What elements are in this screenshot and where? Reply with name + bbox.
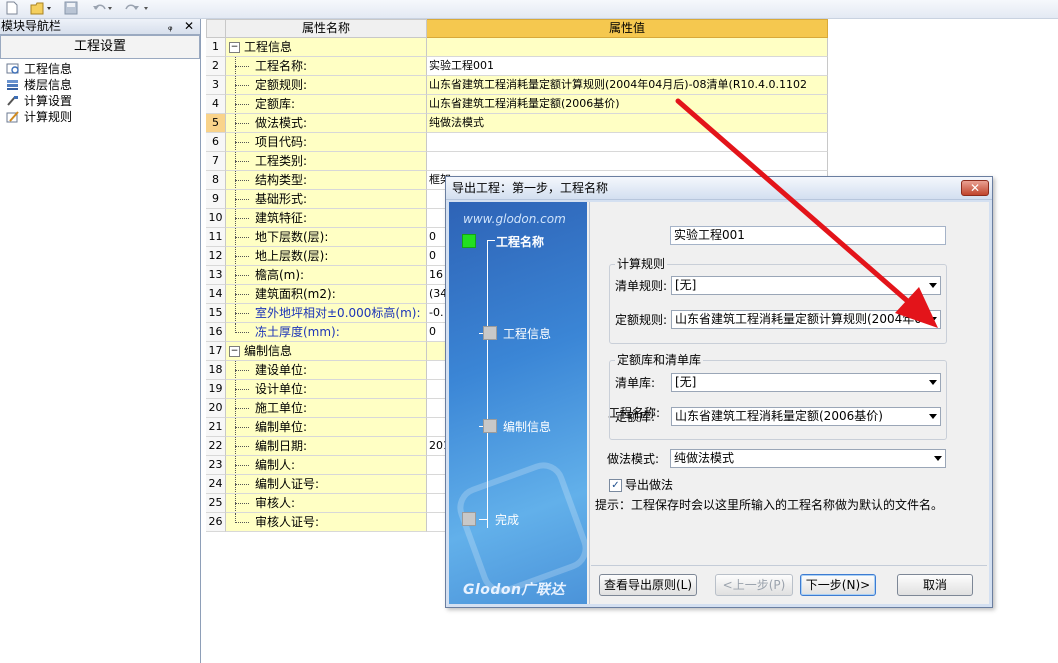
red-arrow-annotation bbox=[675, 98, 938, 328]
arrow-shaft bbox=[675, 98, 915, 308]
